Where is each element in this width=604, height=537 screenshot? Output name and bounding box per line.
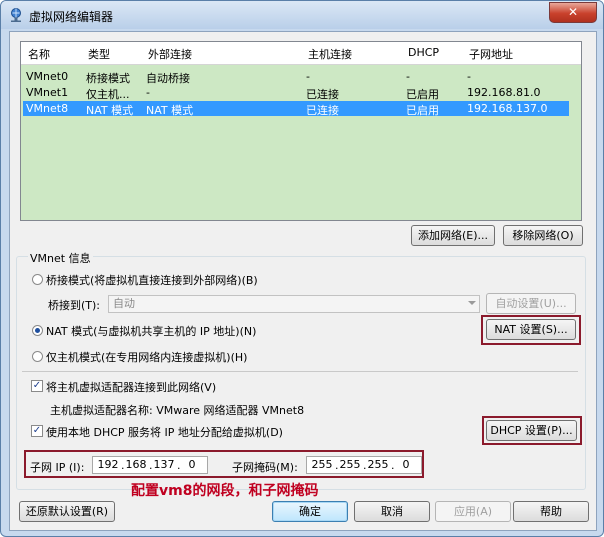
adapter-name-text: 主机虚拟适配器名称: VMware 网络适配器 VMnet8 (50, 404, 305, 417)
cell-dhcp: 已启用 (406, 104, 439, 117)
column-type[interactable]: 类型 (88, 46, 110, 62)
cell-host: 已连接 (306, 104, 339, 117)
host-only-radio[interactable] (32, 351, 43, 362)
host-only-label[interactable]: 仅主机模式(在专用网络内连接虚拟机)(H) (46, 349, 247, 365)
nat-mode-label[interactable]: NAT 模式(与虚拟机共享主机的 IP 地址)(N) (46, 323, 256, 339)
column-dhcp[interactable]: DHCP (408, 46, 439, 59)
title-bar[interactable]: 虚拟网络编辑器 ✕ (1, 1, 603, 29)
connect-adapter-checkbox[interactable]: ✓ (31, 380, 43, 392)
cell-external: 自动桥接 (146, 72, 190, 85)
cell-subnet: - (467, 70, 471, 83)
close-icon: ✕ (567, 5, 579, 19)
cell-name: VMnet1 (26, 86, 69, 99)
bridge-to-label: 桥接到(T): (48, 299, 101, 312)
cell-name: VMnet0 (26, 70, 69, 83)
bridged-mode-radio[interactable] (32, 274, 43, 285)
column-subnet[interactable]: 子网地址 (469, 46, 513, 62)
auto-settings-button[interactable]: 自动设置(U)... (486, 293, 576, 314)
cell-type: 桥接模式 (86, 72, 130, 85)
nat-settings-button[interactable]: NAT 设置(S)... (486, 319, 576, 340)
subnet-ip-input[interactable]: 192 . 168 . 137 . 0 (92, 456, 208, 474)
chevron-down-icon (468, 301, 476, 305)
help-button[interactable]: 帮助 (513, 501, 589, 522)
network-list-header: 名称 类型 外部连接 主机连接 DHCP 子网地址 (21, 42, 581, 65)
column-name[interactable]: 名称 (28, 46, 50, 62)
cell-dhcp: - (406, 70, 410, 83)
annotation-text: 配置vm8的网段，和子网掩码 (131, 483, 319, 499)
table-row[interactable]: VMnet1 仅主机... - 已连接 已启用 192.168.81.0 (23, 85, 569, 101)
ip-octet: 0 (188, 458, 196, 471)
mask-octet: 0 (402, 458, 410, 471)
mask-octet: 255 (311, 458, 333, 471)
nat-mode-radio[interactable] (32, 325, 43, 336)
restore-defaults-button[interactable]: 还原默认设置(R) (19, 501, 115, 522)
table-row[interactable]: VMnet0 桥接模式 自动桥接 - - - (23, 69, 569, 85)
remove-network-button[interactable]: 移除网络(O) (503, 225, 583, 246)
cell-external: NAT 模式 (146, 104, 194, 117)
mask-octet: 255 (367, 458, 389, 471)
ip-octet: 137 (153, 458, 175, 471)
vmnet-info-title: VMnet 信息 (28, 250, 93, 266)
cell-host: 已连接 (306, 88, 339, 101)
subnet-mask-label: 子网掩码(M): (232, 461, 298, 474)
subnet-ip-label: 子网 IP (I): (30, 461, 85, 474)
column-external[interactable]: 外部连接 (148, 46, 192, 62)
bridged-mode-label[interactable]: 桥接模式(将虚拟机直接连接到外部网络)(B) (46, 272, 258, 288)
close-button[interactable]: ✕ (549, 2, 597, 23)
network-editor-icon (8, 7, 24, 23)
cell-subnet: 192.168.81.0 (467, 86, 541, 99)
cell-subnet: 192.168.137.0 (467, 102, 548, 115)
cell-type: NAT 模式 (86, 104, 134, 117)
window-title: 虚拟网络编辑器 (29, 10, 114, 24)
virtual-network-editor-window: 虚拟网络编辑器 ✕ 名称 类型 外部连接 主机连接 DHCP 子网地址 VMne… (0, 0, 604, 537)
column-host[interactable]: 主机连接 (308, 46, 352, 62)
cell-dhcp: 已启用 (406, 88, 439, 101)
cell-name: VMnet8 (26, 102, 69, 115)
cell-host: - (306, 70, 310, 83)
table-row-selected[interactable]: VMnet8 NAT 模式 NAT 模式 已连接 已启用 192.168.137… (23, 101, 569, 117)
apply-button[interactable]: 应用(A) (435, 501, 511, 522)
subnet-mask-input[interactable]: 255 . 255 . 255 . 0 (306, 456, 422, 474)
mask-octet: 255 (339, 458, 361, 471)
bridge-to-select[interactable]: 自动 (108, 295, 480, 313)
ip-octet: 168 (125, 458, 147, 471)
bridge-to-value: 自动 (113, 297, 135, 310)
dhcp-label[interactable]: 使用本地 DHCP 服务将 IP 地址分配给虚拟机(D) (46, 424, 283, 440)
connect-adapter-label[interactable]: 将主机虚拟适配器连接到此网络(V) (46, 379, 216, 395)
dialog-client-area: 名称 类型 外部连接 主机连接 DHCP 子网地址 VMnet0 桥接模式 自动… (9, 31, 597, 531)
ip-octet: 192 (97, 458, 119, 471)
cell-type: 仅主机... (86, 88, 130, 101)
separator (22, 371, 578, 372)
network-list[interactable]: 名称 类型 外部连接 主机连接 DHCP 子网地址 VMnet0 桥接模式 自动… (20, 41, 582, 221)
ok-button[interactable]: 确定 (272, 501, 348, 522)
dhcp-checkbox[interactable]: ✓ (31, 425, 43, 437)
add-network-button[interactable]: 添加网络(E)... (411, 225, 495, 246)
cell-external: - (146, 86, 150, 99)
cancel-button[interactable]: 取消 (354, 501, 430, 522)
dhcp-settings-button[interactable]: DHCP 设置(P)... (486, 420, 577, 441)
